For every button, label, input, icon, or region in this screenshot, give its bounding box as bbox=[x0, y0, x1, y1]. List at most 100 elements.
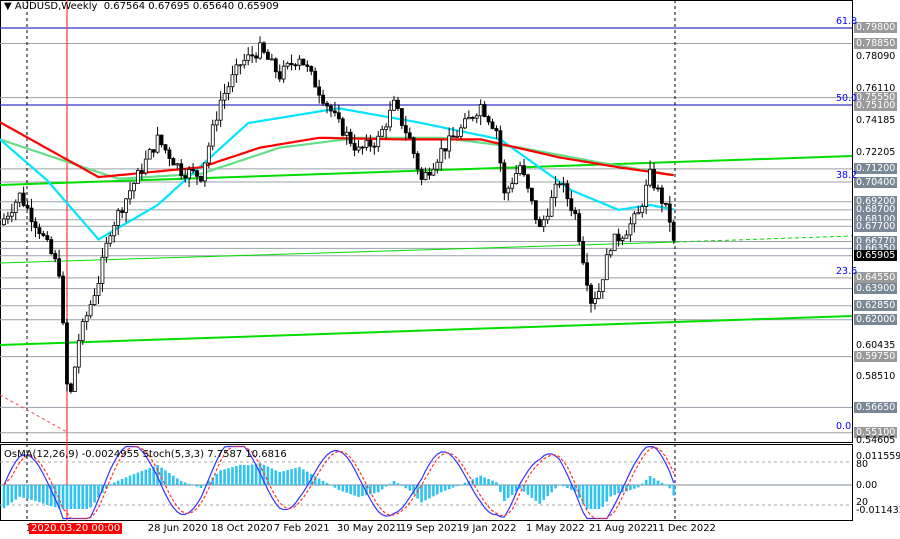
candle-body bbox=[541, 219, 546, 228]
candle-body bbox=[593, 298, 597, 304]
red-trend-line bbox=[0, 394, 68, 433]
osma-bar bbox=[313, 476, 317, 485]
oscillator-label: OsMA(12,26,9) -0.0024955 Stoch(5,3,3) 7.… bbox=[4, 449, 287, 460]
candle-body bbox=[360, 146, 365, 149]
osma-bar bbox=[593, 485, 597, 509]
price-label: 0.63900 bbox=[854, 283, 898, 295]
candle-body bbox=[179, 163, 184, 177]
osma-bar bbox=[341, 485, 345, 492]
osma-bar bbox=[542, 485, 546, 501]
candle-body bbox=[116, 210, 121, 226]
candle-body bbox=[557, 183, 562, 186]
osma-bar bbox=[538, 485, 542, 504]
candle-body bbox=[652, 168, 656, 189]
candle-body bbox=[132, 182, 136, 192]
candle-body bbox=[258, 42, 262, 59]
candle-body bbox=[600, 279, 605, 292]
osma-bar bbox=[144, 469, 148, 485]
price-label: 0.71200 bbox=[854, 163, 898, 175]
candle-body bbox=[230, 74, 235, 88]
triangle-down-icon[interactable]: ▼ bbox=[4, 1, 12, 12]
candle-body bbox=[269, 58, 274, 61]
osma-bar bbox=[321, 480, 325, 485]
osma-bar bbox=[14, 485, 18, 500]
candle-body bbox=[171, 158, 176, 166]
candle-body bbox=[423, 171, 428, 180]
osma-bar bbox=[270, 468, 274, 485]
osma-bar bbox=[463, 482, 467, 485]
candle-body bbox=[336, 112, 341, 120]
candle-body bbox=[660, 187, 664, 204]
osma-bar bbox=[199, 485, 203, 488]
candle-body bbox=[439, 148, 444, 163]
candle-body bbox=[9, 212, 14, 217]
oscillator-axis-label: 0.00 bbox=[856, 480, 878, 491]
osma-bar bbox=[298, 467, 301, 485]
osma-bar bbox=[325, 483, 329, 485]
osma-bar bbox=[235, 465, 238, 485]
osma-bar bbox=[526, 485, 530, 495]
candle-body bbox=[124, 198, 128, 213]
candle-body bbox=[577, 213, 582, 242]
oscillator-axis-label: -0.011432 bbox=[856, 505, 900, 516]
osma-bar bbox=[215, 473, 218, 485]
candle-body bbox=[486, 116, 491, 123]
candle-body bbox=[667, 203, 672, 223]
chart-window[interactable]: ▼ AUDUSD,Weekly 0.67564 0.67695 0.65640 … bbox=[0, 0, 900, 539]
osma-bar bbox=[664, 485, 668, 486]
candle-body bbox=[128, 190, 132, 200]
candle-body bbox=[5, 215, 10, 220]
osma-bar bbox=[290, 469, 293, 485]
osma-bar bbox=[172, 475, 175, 485]
osma-bar bbox=[380, 485, 384, 490]
trend-line-lower bbox=[0, 315, 853, 346]
time-label: 30 May 2021 bbox=[336, 523, 403, 534]
candle-body bbox=[250, 54, 255, 57]
candle-body bbox=[143, 158, 148, 174]
osma-bar bbox=[408, 485, 412, 491]
candle-body bbox=[92, 295, 97, 306]
osma-bar bbox=[353, 485, 356, 496]
candle-body bbox=[466, 116, 471, 120]
osma-bar bbox=[384, 485, 388, 487]
osma-bar bbox=[672, 485, 676, 496]
time-label: 28 Jun 2020 bbox=[147, 523, 208, 534]
osma-bar bbox=[424, 485, 427, 501]
candle-body bbox=[636, 212, 641, 215]
osma-bar bbox=[554, 485, 557, 489]
osma-bar bbox=[302, 469, 305, 485]
candle-body bbox=[254, 55, 259, 59]
candle-body bbox=[266, 51, 270, 60]
osma-bar bbox=[85, 485, 88, 509]
candle-body bbox=[329, 105, 333, 112]
osma-bar bbox=[420, 485, 423, 503]
osma-bar bbox=[168, 473, 171, 485]
candle-body bbox=[399, 108, 404, 126]
candle-body bbox=[2, 218, 6, 226]
osma-bar bbox=[613, 485, 616, 495]
osma-bar bbox=[242, 465, 246, 485]
candle-body bbox=[202, 162, 207, 182]
candle-body bbox=[206, 145, 211, 164]
osma-bar bbox=[22, 485, 25, 498]
osma-bar bbox=[633, 485, 636, 489]
osma-bar bbox=[42, 485, 45, 504]
candle-body bbox=[120, 210, 125, 213]
candle-body bbox=[561, 183, 566, 186]
osma-bar bbox=[246, 465, 250, 485]
osma-bar bbox=[124, 477, 128, 485]
osma-bar bbox=[656, 480, 660, 485]
candle-body bbox=[632, 213, 637, 225]
osma-bar bbox=[566, 485, 569, 489]
symbol-label: AUDUSD,Weekly bbox=[14, 1, 98, 12]
osma-bar bbox=[140, 471, 144, 485]
candle-body bbox=[581, 241, 586, 264]
candle-body bbox=[37, 227, 42, 235]
candle-body bbox=[644, 184, 649, 207]
osma-bar bbox=[487, 479, 490, 485]
osma-bar bbox=[668, 485, 672, 489]
osma-bar bbox=[428, 485, 431, 499]
price-label: 0.62000 bbox=[854, 314, 898, 326]
osma-bar bbox=[120, 479, 124, 485]
candle-body bbox=[407, 132, 412, 139]
